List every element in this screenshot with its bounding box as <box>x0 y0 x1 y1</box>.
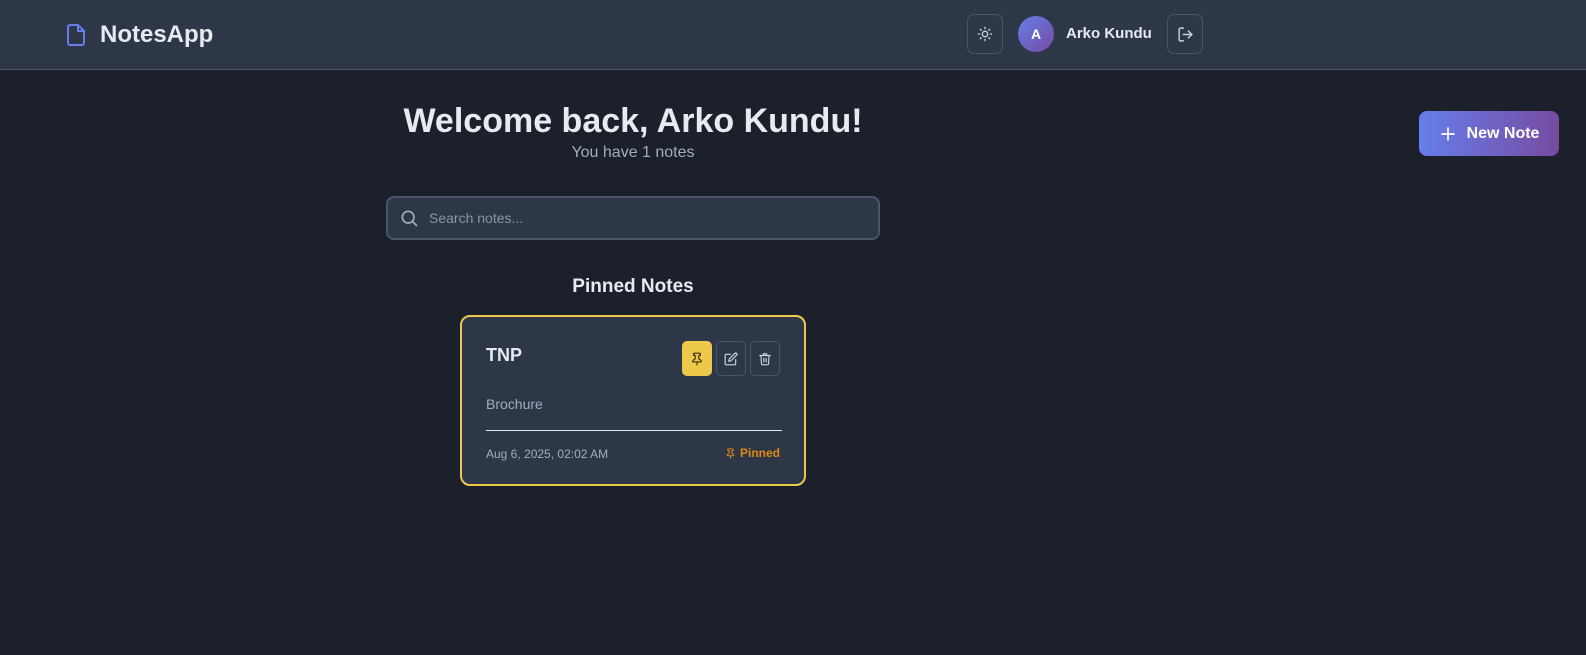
app-title: NotesApp <box>100 21 214 48</box>
note-content: Brochure <box>486 396 543 412</box>
pinned-badge-label: Pinned <box>739 446 780 460</box>
new-note-label: New Note <box>1466 124 1540 142</box>
pinned-notes-heading: Pinned Notes <box>572 276 694 297</box>
trash-icon <box>758 352 772 366</box>
user-name: Arko Kundu <box>1066 25 1152 42</box>
search-icon <box>399 208 419 228</box>
document-icon <box>64 23 88 47</box>
note-actions <box>682 341 780 376</box>
search-input[interactable] <box>429 210 868 226</box>
avatar[interactable]: A <box>1018 16 1054 52</box>
avatar-initial: A <box>1030 26 1042 42</box>
plus-icon <box>1439 125 1457 143</box>
logout-button[interactable] <box>1167 14 1203 54</box>
search-box <box>386 196 880 240</box>
brand[interactable]: NotesApp <box>64 21 213 49</box>
note-divider <box>486 430 782 431</box>
new-note-button[interactable]: New Note <box>1419 111 1559 156</box>
sun-icon <box>977 26 993 42</box>
logout-icon <box>1177 26 1194 43</box>
edit-icon <box>724 352 738 366</box>
note-date: Aug 6, 2025, 02:02 AM <box>486 447 609 461</box>
pinned-badge: Pinned <box>725 446 780 460</box>
pin-button[interactable] <box>682 341 712 376</box>
delete-button[interactable] <box>750 341 780 376</box>
note-title: TNP <box>486 345 522 365</box>
top-navbar: NotesApp A Arko Kundu <box>0 0 1586 70</box>
edit-button[interactable] <box>716 341 746 376</box>
pin-icon <box>690 352 704 366</box>
theme-toggle-button[interactable] <box>967 14 1003 54</box>
pin-icon <box>725 447 736 459</box>
welcome-heading: Welcome back, Arko Kundu! <box>403 102 863 140</box>
notes-count-text: You have 1 notes <box>571 144 695 161</box>
note-card[interactable]: TNP Brochure Aug 6, 2025, 02:02 AM Pinne… <box>460 315 806 486</box>
